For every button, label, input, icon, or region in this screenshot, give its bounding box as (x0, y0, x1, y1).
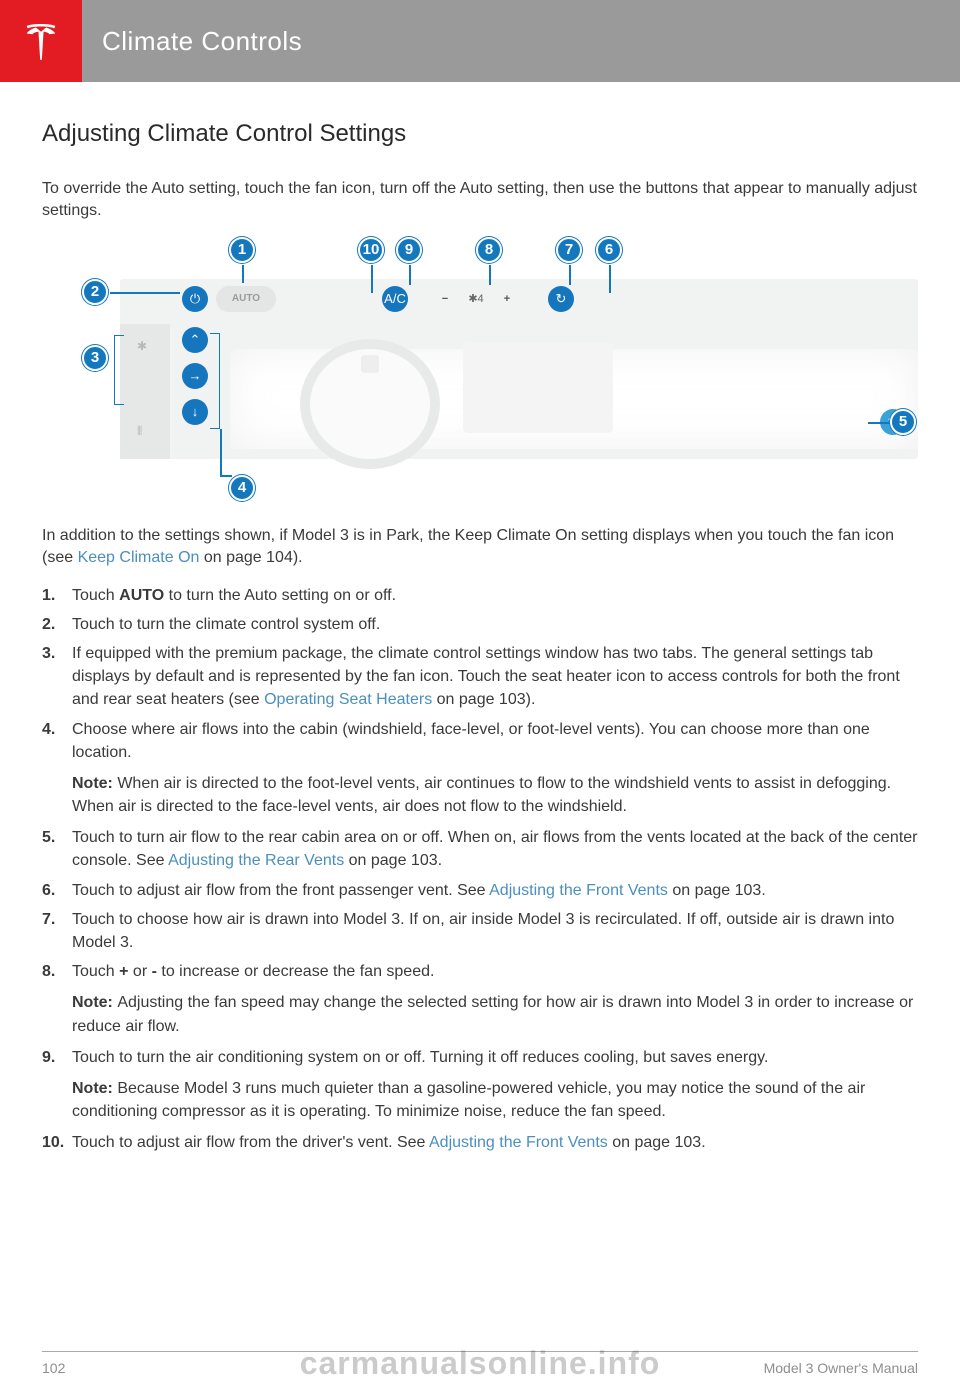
diagram-steering-wheel (300, 339, 440, 469)
airflow-foot-button: ↓ (182, 399, 208, 425)
callout-9: 9 (396, 237, 422, 263)
intro-paragraph: To override the Auto setting, touch the … (42, 178, 918, 223)
list-item-5: 5.Touch to turn air flow to the rear cab… (42, 826, 918, 872)
list-item-6: 6.Touch to adjust air flow from the fron… (42, 879, 918, 902)
auto-button: AUTO (216, 286, 276, 312)
diagram-panel: ✱ ⦀ ⏻ AUTO A/C − ✱ 4 + ↻ ⌃ → ↓ ✱ (120, 279, 918, 459)
footer-manual-title: Model 3 Owner's Manual (764, 1360, 918, 1376)
list-item-7: 7.Touch to choose how air is drawn into … (42, 908, 918, 954)
callout-7: 7 (556, 237, 582, 263)
list-item-2: 2.Touch to turn the climate control syst… (42, 613, 918, 636)
list-item-10: 10.Touch to adjust air flow from the dri… (42, 1131, 918, 1154)
climate-diagram: ✱ ⦀ ⏻ AUTO A/C − ✱ 4 + ↻ ⌃ → ↓ ✱ (42, 237, 918, 503)
link-operating-seat-heaters[interactable]: Operating Seat Heaters (264, 691, 432, 708)
callout-4: 4 (229, 475, 255, 501)
list-item-3: 3.If equipped with the premium package, … (42, 642, 918, 712)
fan-speed-display: ✱ 4 (458, 286, 494, 312)
callout-1: 1 (229, 237, 255, 263)
callout-5: 5 (890, 409, 916, 435)
power-button: ⏻ (182, 286, 208, 312)
page-number: 102 (42, 1360, 65, 1376)
note-8: Note: Adjusting the fan speed may change… (72, 991, 918, 1037)
recirc-button: ↻ (548, 286, 574, 312)
header-title: Climate Controls (102, 26, 302, 57)
airflow-defrost-button: ⌃ (182, 327, 208, 353)
list-item-1: 1.Touch AUTO to turn the Auto setting on… (42, 584, 918, 607)
diagram-side-tabs: ✱ ⦀ (120, 324, 170, 459)
tesla-logo-icon (20, 20, 62, 62)
callout-6: 6 (596, 237, 622, 263)
page-content: Adjusting Climate Control Settings To ov… (0, 82, 960, 1155)
list-item-9: 9.Touch to turn the air conditioning sys… (42, 1046, 918, 1124)
link-adjusting-front-vents-6[interactable]: Adjusting the Front Vents (489, 882, 668, 899)
fan-icon: ✱ (137, 339, 147, 353)
diagram-top-row: ⏻ AUTO A/C − ✱ 4 + ↻ (120, 279, 918, 319)
list-item-4: 4.Choose where air flows into the cabin … (42, 718, 918, 819)
footer-divider (42, 1351, 918, 1352)
tesla-logo (0, 0, 82, 82)
fan-plus: + (494, 286, 520, 312)
list-item-8: 8.Touch + or - to increase or decrease t… (42, 960, 918, 1038)
paragraph-keep-climate: In addition to the settings shown, if Mo… (42, 525, 918, 570)
page-header: Climate Controls (0, 0, 960, 82)
airflow-face-button: → (182, 363, 208, 389)
callout-8: 8 (476, 237, 502, 263)
diagram-center-screen (463, 343, 613, 433)
ac-button: A/C (382, 286, 408, 312)
instructions-list: 1.Touch AUTO to turn the Auto setting on… (42, 584, 918, 1155)
heater-icon: ⦀ (137, 424, 142, 439)
link-keep-climate-on[interactable]: Keep Climate On (78, 549, 200, 566)
link-adjusting-front-vents-10[interactable]: Adjusting the Front Vents (429, 1134, 608, 1151)
callout-3: 3 (82, 345, 108, 371)
section-heading: Adjusting Climate Control Settings (42, 120, 918, 148)
fan-minus: − (432, 286, 458, 312)
note-4: Note: When air is directed to the foot-l… (72, 772, 918, 818)
link-adjusting-rear-vents[interactable]: Adjusting the Rear Vents (168, 852, 344, 869)
note-9: Note: Because Model 3 runs much quieter … (72, 1077, 918, 1123)
callout-2: 2 (82, 279, 108, 305)
callout-10: 10 (358, 237, 384, 263)
